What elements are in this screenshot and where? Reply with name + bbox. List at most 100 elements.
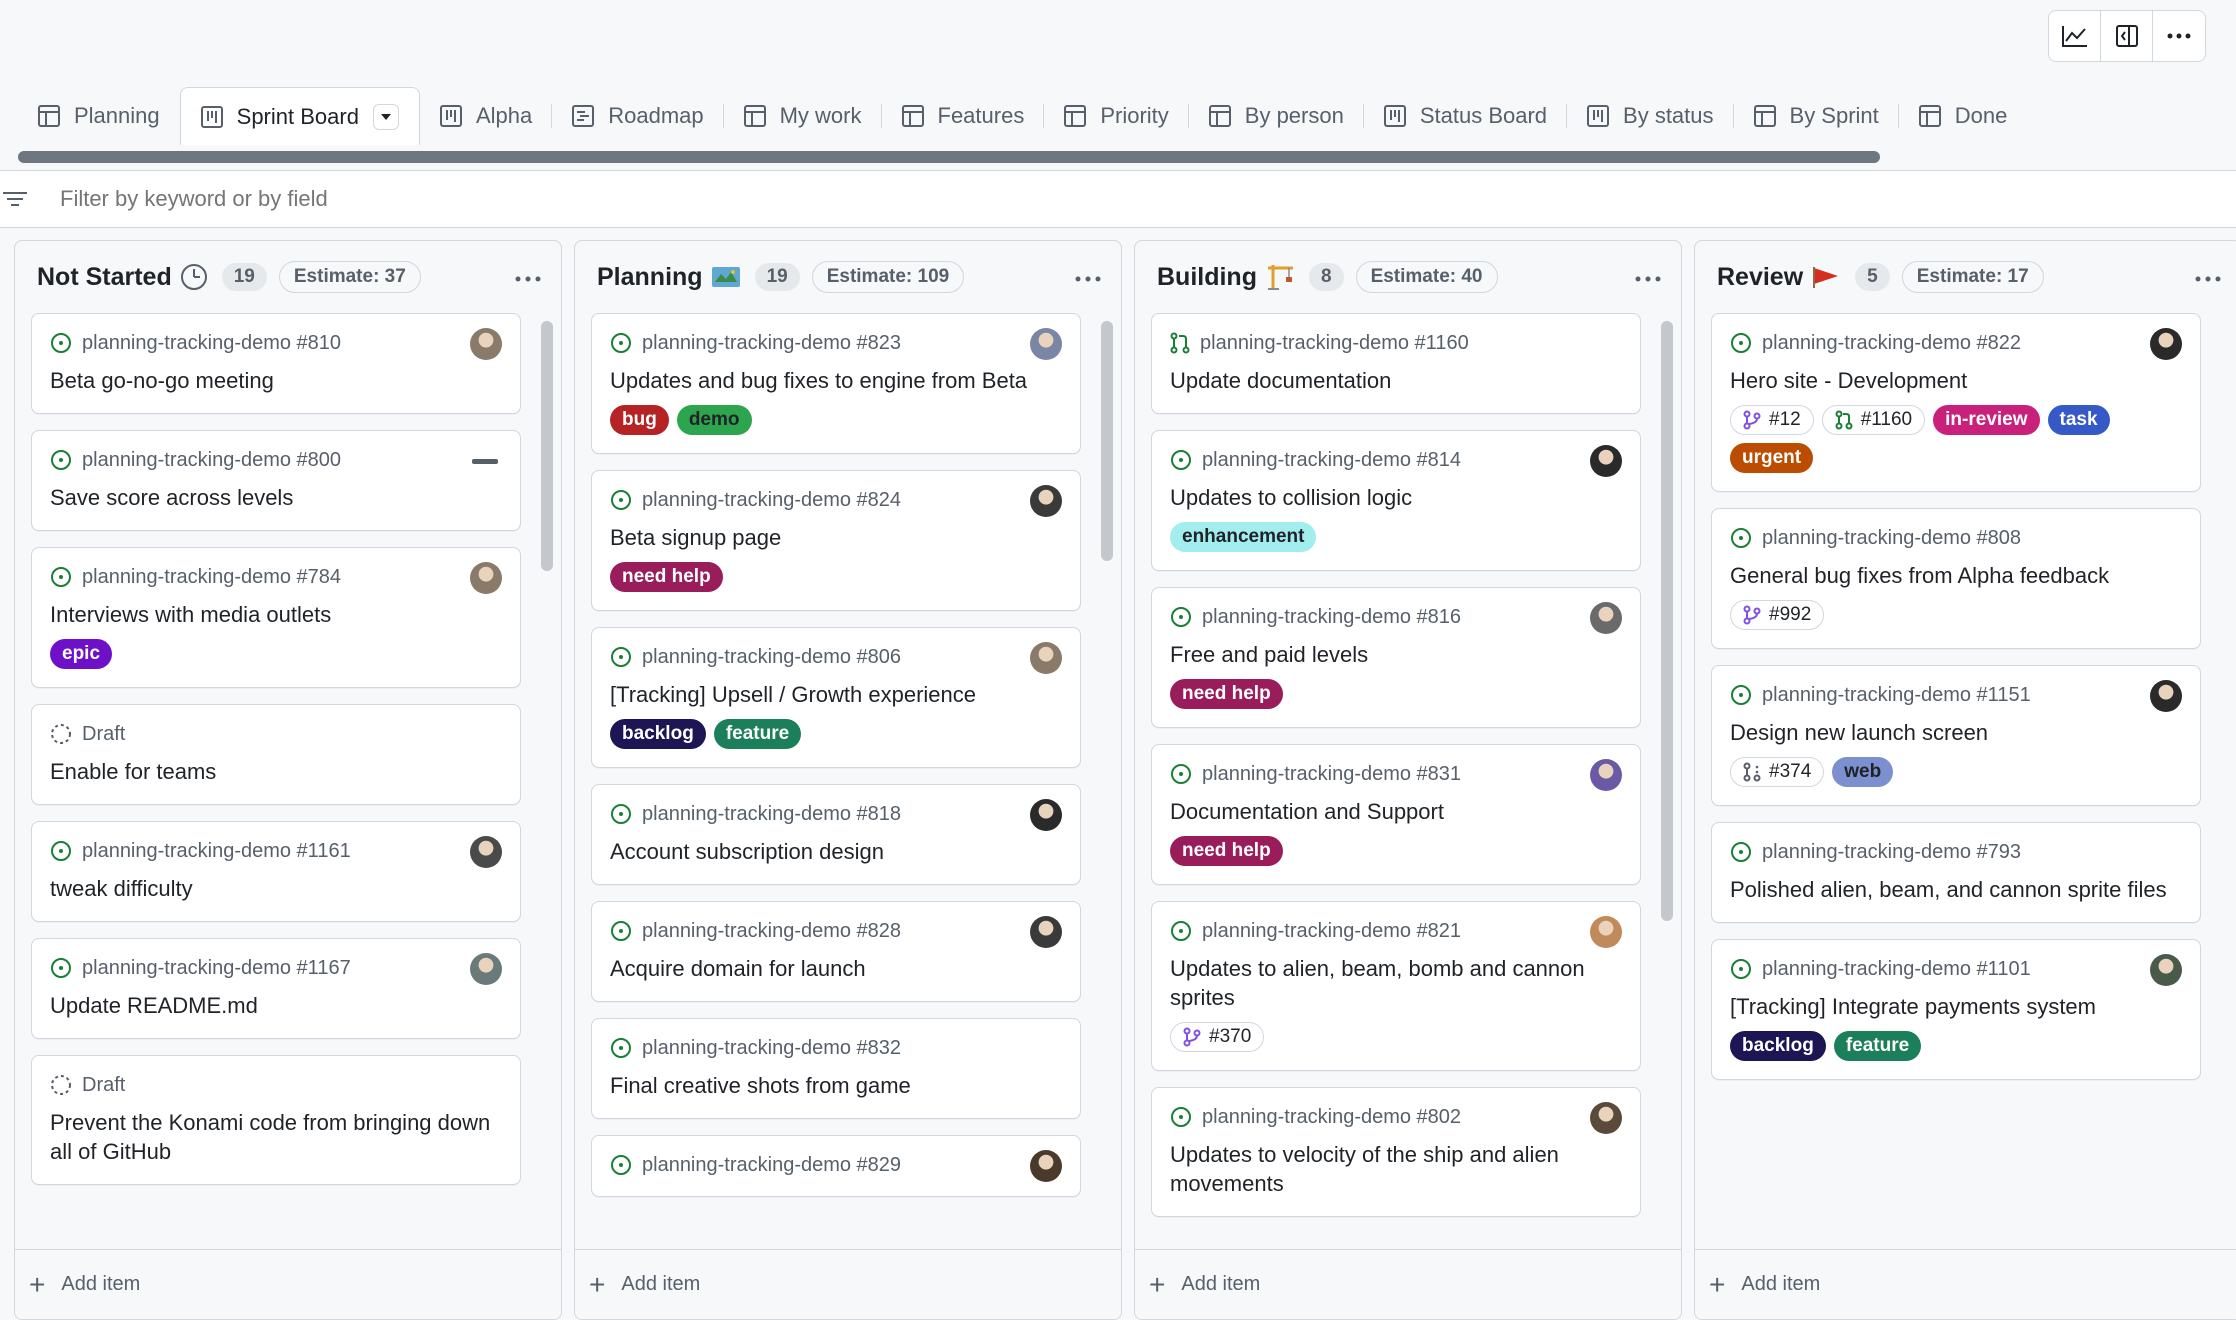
linked-pr-chip[interactable]: #374 <box>1730 757 1825 787</box>
add-item-button[interactable]: + Add item <box>575 1249 1121 1319</box>
tab-status-board[interactable]: Status Board <box>1364 88 1568 144</box>
item-card[interactable]: Draft Enable for teams <box>31 704 521 805</box>
avatar[interactable] <box>2150 680 2182 712</box>
card-repo[interactable]: planning-tracking-demo #822 <box>1762 332 2021 355</box>
item-card[interactable]: planning-tracking-demo #822 Hero site - D… <box>1711 313 2201 492</box>
card-title[interactable]: Acquire domain for launch <box>610 954 1062 983</box>
column-menu-button[interactable] <box>2195 263 2221 283</box>
avatar[interactable] <box>1590 445 1622 477</box>
card-repo[interactable]: planning-tracking-demo #810 <box>82 332 341 355</box>
tab-priority[interactable]: Priority <box>1044 88 1190 144</box>
card-title[interactable]: Updates to collision logic <box>1170 483 1622 512</box>
card-repo[interactable]: planning-tracking-demo #1161 <box>82 840 351 863</box>
side-panel-button[interactable] <box>2101 11 2153 61</box>
avatar[interactable] <box>470 562 502 594</box>
avatar[interactable] <box>1030 642 1062 674</box>
linked-pr-chip[interactable]: #992 <box>1730 600 1825 630</box>
card-repo[interactable]: Draft <box>82 1074 125 1097</box>
card-repo[interactable]: planning-tracking-demo #806 <box>642 646 901 669</box>
avatar[interactable] <box>1030 328 1062 360</box>
filter-input[interactable] <box>60 186 960 212</box>
card-title[interactable]: Enable for teams <box>50 757 502 786</box>
avatar[interactable] <box>470 836 502 868</box>
avatar[interactable] <box>2150 328 2182 360</box>
avatar[interactable] <box>1590 602 1622 634</box>
item-card[interactable]: planning-tracking-demo #810 Beta go-no-go… <box>31 313 521 414</box>
tab-by-person[interactable]: By person <box>1189 88 1364 144</box>
tabs-scrollbar[interactable] <box>18 151 1880 163</box>
linked-pr-chip[interactable]: #1160 <box>1821 405 1926 435</box>
card-repo[interactable]: planning-tracking-demo #829 <box>642 1154 901 1177</box>
add-item-button[interactable]: + Add item <box>1135 1249 1681 1319</box>
tab-my-work[interactable]: My work <box>724 88 882 144</box>
item-card[interactable]: planning-tracking-demo #808 General bug f… <box>1711 508 2201 649</box>
linked-pr-chip[interactable]: #12 <box>1730 405 1814 435</box>
view-options-button[interactable] <box>372 103 399 130</box>
card-title[interactable]: Hero site - Development <box>1730 366 2182 395</box>
card-repo[interactable]: planning-tracking-demo #1167 <box>82 957 351 980</box>
item-card[interactable]: planning-tracking-demo #823 Updates and b… <box>591 313 1081 454</box>
card-repo[interactable]: planning-tracking-demo #824 <box>642 489 901 512</box>
label-need-help[interactable]: need help <box>610 562 723 592</box>
card-repo[interactable]: planning-tracking-demo #793 <box>1762 841 2021 864</box>
card-title[interactable]: Beta go-no-go meeting <box>50 366 502 395</box>
item-card[interactable]: planning-tracking-demo #818 Account subsc… <box>591 784 1081 885</box>
label-epic[interactable]: epic <box>50 639 113 669</box>
label-demo[interactable]: demo <box>676 405 752 435</box>
card-repo[interactable]: planning-tracking-demo #808 <box>1762 527 2021 550</box>
more-options-button[interactable] <box>2153 11 2205 61</box>
label-urgent[interactable]: urgent <box>1730 443 1814 473</box>
card-title[interactable]: Updates to velocity of the ship and alie… <box>1170 1140 1622 1198</box>
avatar[interactable] <box>1590 1102 1622 1134</box>
card-repo[interactable]: planning-tracking-demo #828 <box>642 920 901 943</box>
card-repo[interactable]: planning-tracking-demo #802 <box>1202 1106 1461 1129</box>
card-repo[interactable]: planning-tracking-demo #816 <box>1202 606 1461 629</box>
card-title[interactable]: Save score across levels <box>50 483 502 512</box>
linked-pr-chip[interactable]: #370 <box>1170 1022 1265 1052</box>
card-repo[interactable]: planning-tracking-demo #1151 <box>1762 684 2031 707</box>
avatar[interactable] <box>1590 916 1622 948</box>
column-scrollbar[interactable] <box>541 321 553 571</box>
card-repo[interactable]: planning-tracking-demo #814 <box>1202 449 1461 472</box>
item-card[interactable]: planning-tracking-demo #832 Final creativ… <box>591 1018 1081 1119</box>
item-card[interactable]: Draft Prevent the Konami code from bringi… <box>31 1055 521 1185</box>
card-repo[interactable]: planning-tracking-demo #821 <box>1202 920 1461 943</box>
card-title[interactable]: Updates to alien, beam, bomb and cannon … <box>1170 954 1622 1012</box>
add-item-button[interactable]: + Add item <box>1695 1249 2236 1319</box>
column-scrollbar[interactable] <box>1101 321 1113 561</box>
card-title[interactable]: Final creative shots from game <box>610 1071 1062 1100</box>
item-card[interactable]: planning-tracking-demo #793 Polished alie… <box>1711 822 2201 923</box>
item-card[interactable]: planning-tracking-demo #821 Updates to al… <box>1151 901 1641 1071</box>
item-card[interactable]: planning-tracking-demo #1161 tweak diffic… <box>31 821 521 922</box>
card-repo[interactable]: planning-tracking-demo #784 <box>82 566 341 589</box>
avatar[interactable] <box>470 953 502 985</box>
label-web[interactable]: web <box>1832 757 1894 787</box>
label-task[interactable]: task <box>2047 405 2110 435</box>
card-title[interactable]: Updates and bug fixes to engine from Bet… <box>610 366 1062 395</box>
card-repo[interactable]: planning-tracking-demo #1160 <box>1200 332 1469 355</box>
tab-roadmap[interactable]: Roadmap <box>552 88 725 144</box>
label-feature[interactable]: feature <box>713 719 802 749</box>
label-feature[interactable]: feature <box>1833 1031 1922 1061</box>
card-title[interactable]: Interviews with media outlets <box>50 600 502 629</box>
label-backlog[interactable]: backlog <box>610 719 706 749</box>
item-card[interactable]: planning-tracking-demo #829 <box>591 1135 1081 1197</box>
card-repo[interactable]: planning-tracking-demo #823 <box>642 332 901 355</box>
item-card[interactable]: planning-tracking-demo #831 Documentation… <box>1151 744 1641 885</box>
avatar[interactable] <box>1030 916 1062 948</box>
card-title[interactable]: General bug fixes from Alpha feedback <box>1730 561 2182 590</box>
item-card[interactable]: planning-tracking-demo #1167 Update READM… <box>31 938 521 1039</box>
card-title[interactable]: [Tracking] Integrate payments system <box>1730 992 2182 1021</box>
item-card[interactable]: planning-tracking-demo #816 Free and paid… <box>1151 587 1641 728</box>
tab-sprint-board[interactable]: Sprint Board <box>179 87 420 145</box>
item-card[interactable]: planning-tracking-demo #824 Beta signup p… <box>591 470 1081 611</box>
item-card[interactable]: planning-tracking-demo #1151 Design new l… <box>1711 665 2201 806</box>
label-need-help[interactable]: need help <box>1170 679 1283 709</box>
card-repo[interactable]: planning-tracking-demo #832 <box>642 1037 901 1060</box>
item-card[interactable]: planning-tracking-demo #1160 Update docum… <box>1151 313 1641 414</box>
card-repo[interactable]: planning-tracking-demo #831 <box>1202 763 1461 786</box>
tab-planning[interactable]: Planning <box>18 88 180 144</box>
avatar[interactable] <box>2150 954 2182 986</box>
column-menu-button[interactable] <box>1075 263 1101 283</box>
card-title[interactable]: Polished alien, beam, and cannon sprite … <box>1730 875 2182 904</box>
